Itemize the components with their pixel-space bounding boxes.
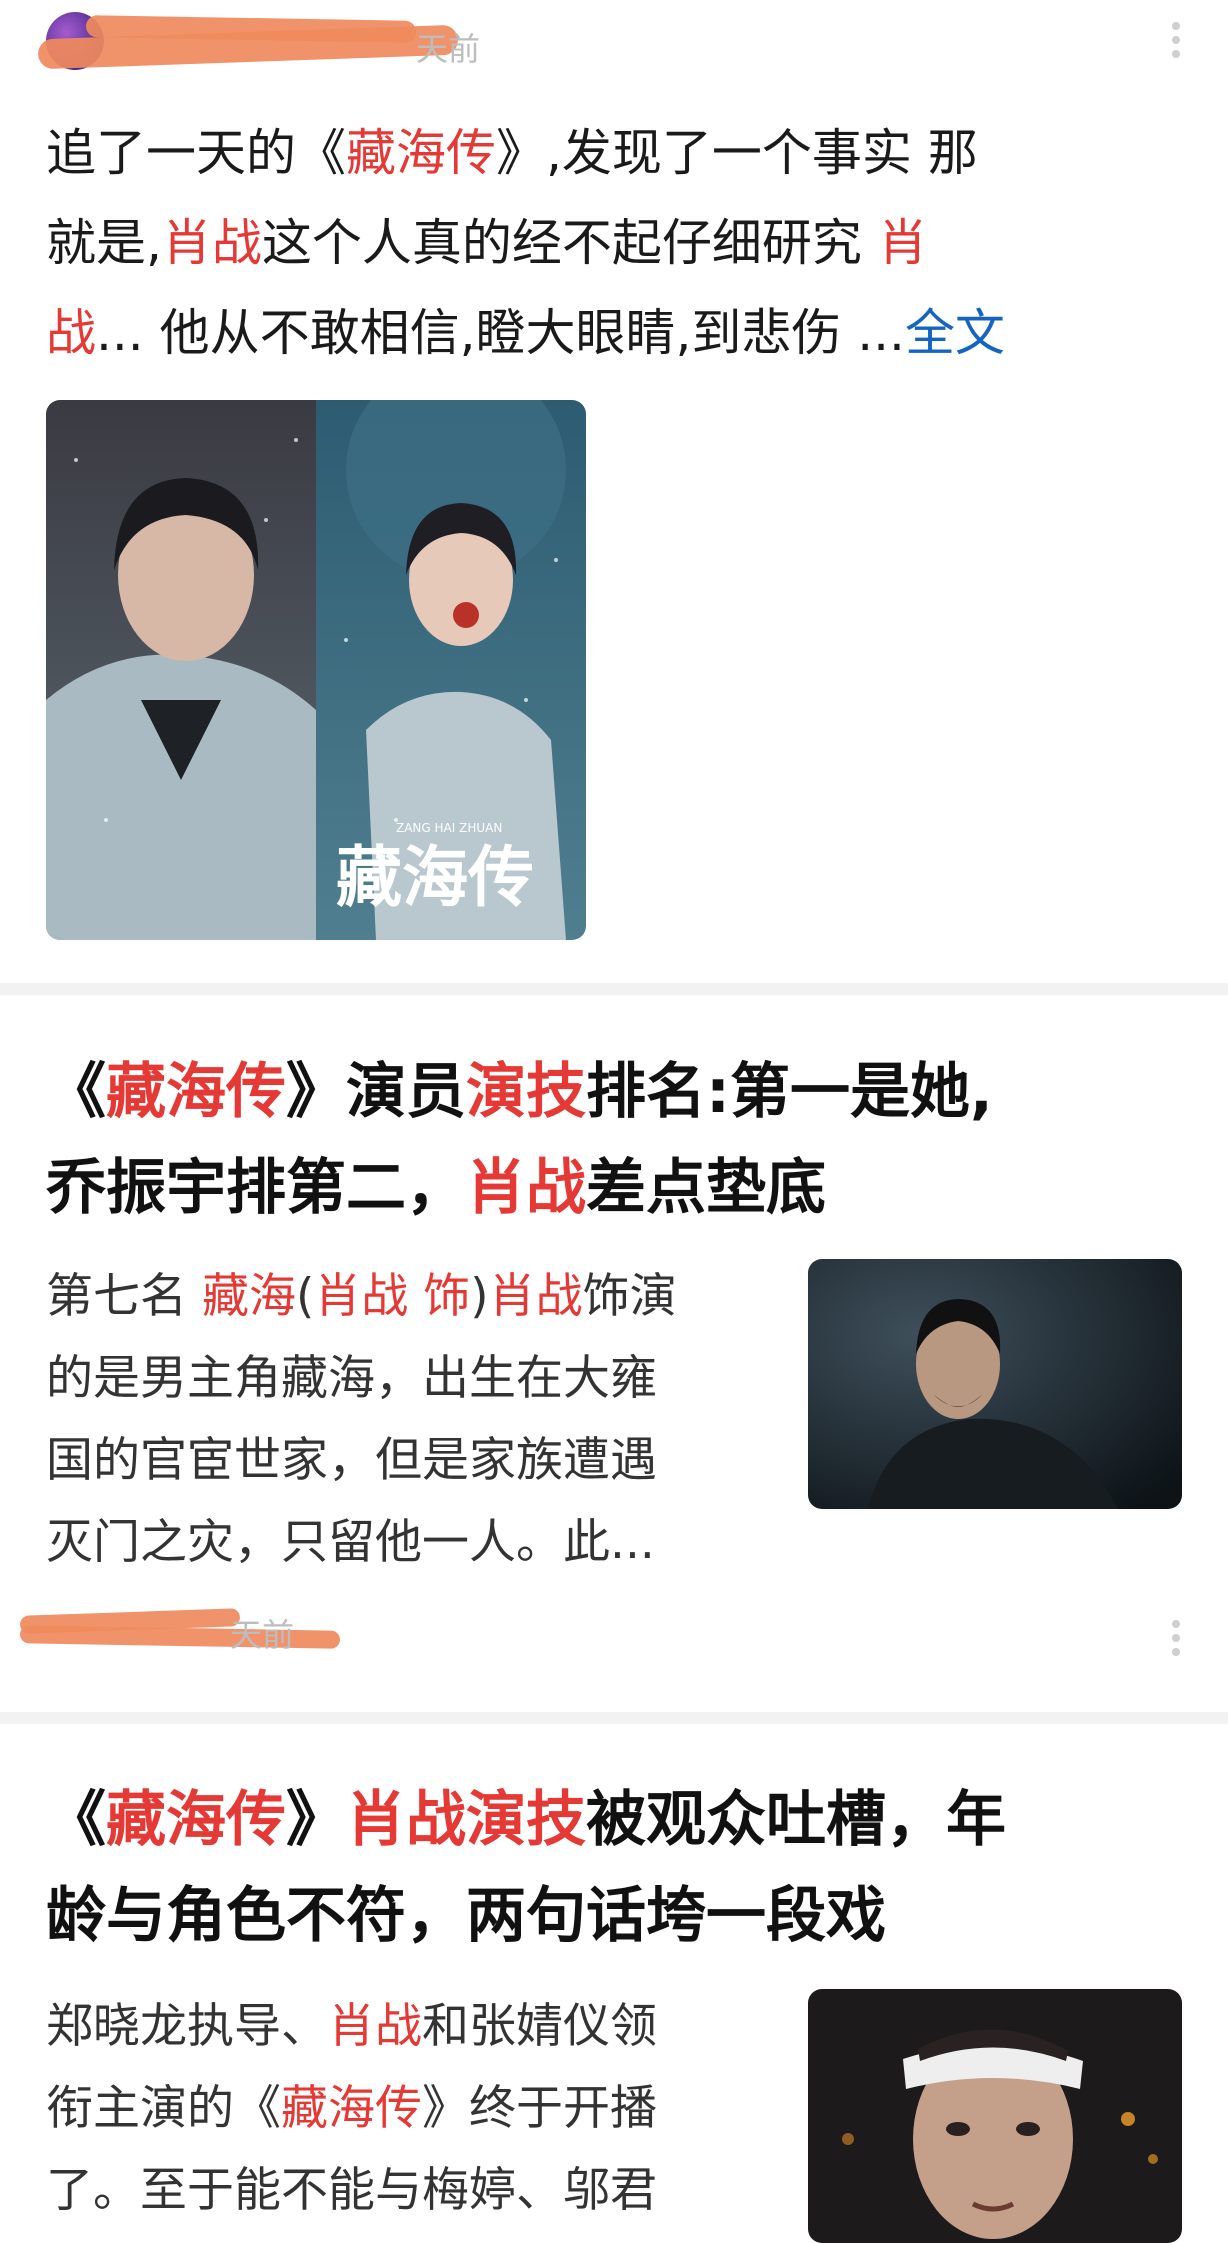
poster-title: 藏海传 [336, 838, 534, 916]
text-line: 《藏海传》演员演技排名:第一是她, [46, 1044, 1196, 1140]
post-text[interactable]: 追了一天的《藏海传》,发现了一个事实 那就是,肖战这个人真的经不起仔细研究 肖战… [46, 108, 1186, 378]
text-segment: 郑晓龙执导、 [46, 1999, 328, 2054]
text-segment: ) [470, 1269, 489, 1324]
highlight-keyword: 藏海传 [106, 1057, 286, 1127]
text-line: 追了一天的《藏海传》,发现了一个事实 那 [46, 108, 1186, 198]
news-meta: 天前 [19, 1608, 380, 1654]
highlight-keyword: 肖战演技 [346, 1785, 586, 1855]
news-title[interactable]: 《藏海传》演员演技排名:第一是她, 乔振宇排第二，肖战差点垫底 [46, 1044, 1196, 1236]
text-segment: 饰演 [582, 1269, 677, 1324]
text-line: 衔主演的《藏海传》终于开播 [46, 2068, 746, 2150]
news-title[interactable]: 《藏海传》肖战演技被观众吐槽，年龄与角色不符，两句话垮一段戏 [46, 1772, 1196, 1964]
text-segment: 《 [46, 1785, 106, 1855]
highlight-keyword: 战 [46, 304, 96, 362]
more-vertical-icon[interactable] [1172, 16, 1180, 64]
text-segment: 这个人真的经不起仔细研究 [261, 214, 878, 272]
text-segment: 衔主演的《 [46, 2081, 281, 2136]
news-time: 天前 [230, 1616, 295, 1654]
text-segment: 龄与角色不符，两句话垮一段戏 [46, 1881, 886, 1951]
highlight-keyword: 藏海传 [346, 124, 496, 182]
text-segment: 国的官宦世家，但是家族遭遇 [46, 1433, 657, 1488]
text-line: 《藏海传》肖战演技被观众吐槽，年 [46, 1772, 1196, 1868]
news-snippet: 第七名 藏海(肖战 饰)肖战饰演的是男主角藏海，出生在大雍 国的官宦世家，但是家族… [46, 1256, 746, 1584]
text-line: 国的官宦世家，但是家族遭遇 [46, 1420, 746, 1502]
card-separator [0, 983, 1228, 995]
text-segment: 了。至于能不能与梅婷、邬君 [46, 2163, 657, 2218]
highlight-keyword: 藏海传 [281, 2081, 422, 2136]
highlight-keyword: 肖战 [161, 214, 262, 272]
post-time: 天前 [416, 30, 481, 68]
news-thumbnail-image [808, 1259, 1182, 1509]
text-segment: 就是, [46, 214, 162, 272]
news-snippet: 郑晓龙执导、肖战和张婧仪领 衔主演的《藏海传》终于开播 了。至于能不能与梅婷、邬君 [46, 1986, 746, 2232]
text-segment: 和张婧仪领 [422, 1999, 657, 2054]
text-segment: 的是男主角藏海，出生在大雍 [46, 1351, 657, 1406]
card-separator [0, 1712, 1228, 1724]
highlight-keyword: 藏海 [201, 1269, 296, 1324]
text-segment: 乔振宇排第二， [46, 1153, 466, 1223]
text-segment: ... 他从不敢相信,瞪大眼睛,到悲伤 ... [96, 304, 905, 362]
full-text-link[interactable]: 全文 [905, 304, 1005, 362]
text-line: 的是男主角藏海，出生在大雍 [46, 1338, 746, 1420]
text-line: 就是,肖战这个人真的经不起仔细研究 肖 [46, 198, 1186, 288]
text-segment: 》 [286, 1785, 346, 1855]
post-header: 天前 [37, 10, 566, 70]
text-segment: ( [295, 1269, 315, 1324]
more-vertical-icon[interactable] [1172, 1614, 1180, 1662]
highlight-keyword: 肖战 饰 [314, 1269, 471, 1324]
highlight-keyword: 藏海传 [106, 1785, 286, 1855]
text-line: 灭门之灾，只留他一人。此... [46, 1502, 746, 1584]
text-segment: 《 [46, 1057, 106, 1127]
text-line: 第七名 藏海(肖战 饰)肖战饰演 [46, 1256, 746, 1338]
text-segment: 被观众吐槽，年 [586, 1785, 1006, 1855]
news-thumbnail[interactable] [808, 1989, 1182, 2243]
text-segment: 排名:第一是她, [586, 1057, 993, 1127]
text-segment: 第七名 [46, 1269, 202, 1324]
text-segment: 灭门之灾，只留他一人。此... [46, 1515, 655, 1570]
text-segment: 》终于开播 [422, 2081, 657, 2136]
text-line: 龄与角色不符，两句话垮一段戏 [46, 1868, 1196, 1964]
text-line: 乔振宇排第二，肖战差点垫底 [46, 1140, 1196, 1236]
poster-subtitle: ZANG HAI ZHUAN [396, 821, 502, 835]
text-line: 了。至于能不能与梅婷、邬君 [46, 2150, 746, 2232]
text-segment: 》演员 [286, 1057, 466, 1127]
text-line: 郑晓龙执导、肖战和张婧仪领 [46, 1986, 746, 2068]
highlight-keyword: 肖 [877, 214, 928, 272]
highlight-keyword: 肖战 [328, 1999, 422, 2054]
text-segment: 追了一天的《 [46, 124, 346, 182]
drama-poster-image: 藏海传 ZANG HAI ZHUAN [46, 400, 586, 940]
highlight-keyword: 肖战 [466, 1153, 586, 1223]
highlight-keyword: 肖战 [488, 1269, 583, 1324]
news-thumbnail[interactable] [808, 1259, 1182, 1509]
highlight-keyword: 演技 [466, 1057, 586, 1127]
text-segment: 》,发现了一个事实 那 [496, 124, 978, 182]
text-segment: 差点垫底 [586, 1153, 826, 1223]
text-line: 战... 他从不敢相信,瞪大眼睛,到悲伤 ...全文 [46, 288, 1186, 378]
news-thumbnail-image [808, 1989, 1182, 2243]
post-image[interactable]: 藏海传 ZANG HAI ZHUAN [46, 400, 586, 940]
